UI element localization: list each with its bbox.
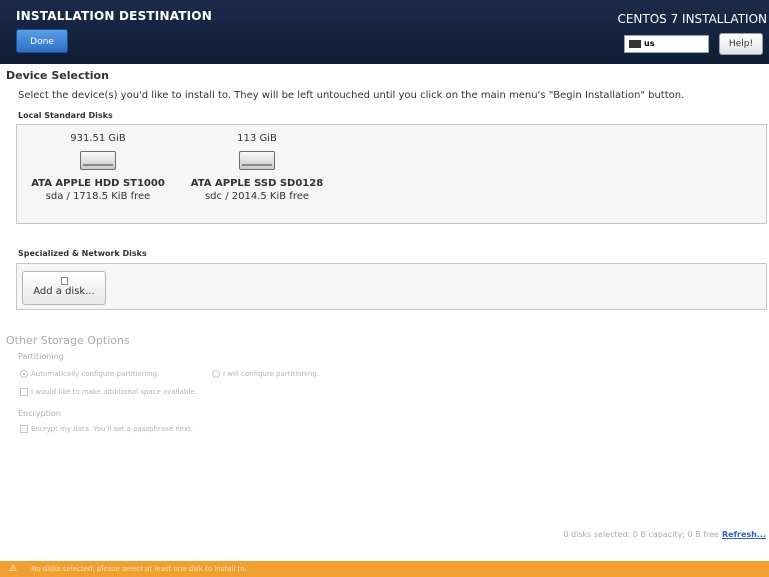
- additional-space-option[interactable]: I would like to make additional space av…: [20, 388, 197, 396]
- radio-selected-icon: [20, 370, 28, 378]
- local-disks-panel: 931.51 GiB ATA APPLE HDD ST1000 sda / 17…: [16, 124, 767, 224]
- additional-space-label: I would like to make additional space av…: [31, 388, 197, 396]
- refresh-link[interactable]: Refresh...: [722, 530, 766, 539]
- disk-sda[interactable]: 931.51 GiB ATA APPLE HDD ST1000 sda / 17…: [23, 133, 173, 202]
- specialized-disks-title: Specialized & Network Disks: [18, 249, 147, 258]
- help-button[interactable]: Help!: [719, 33, 763, 55]
- encrypt-data-label: Encrypt my data. You'll set a passphrase…: [31, 425, 194, 433]
- auto-partition-option[interactable]: Automatically configure partitioning.: [20, 370, 159, 378]
- local-disks-title: Local Standard Disks: [18, 111, 113, 120]
- disk-capacity: 113 GiB: [237, 133, 277, 144]
- summary-text: 0 disks selected; 0 B capacity; 0 B free: [563, 530, 719, 539]
- radio-unselected-icon: [212, 370, 220, 378]
- other-storage-title: Other Storage Options: [6, 334, 130, 347]
- product-title: CENTOS 7 INSTALLATION: [617, 12, 767, 26]
- device-selection-title: Device Selection: [6, 69, 109, 82]
- disk-capacity: 931.51 GiB: [70, 133, 126, 144]
- disk-free-space: sda / 1718.5 KiB free: [45, 191, 151, 202]
- add-disk-icon: [60, 277, 68, 285]
- disk-free-space: sdc / 2014.5 KiB free: [204, 191, 310, 202]
- warning-bar[interactable]: ⚠ No disks selected; please select at lea…: [0, 561, 769, 577]
- add-disk-button[interactable]: Add a disk...: [22, 271, 106, 305]
- keyboard-icon: [629, 39, 641, 48]
- checkbox-icon: [20, 388, 28, 396]
- keyboard-layout-indicator[interactable]: us: [624, 35, 709, 53]
- disk-name: ATA APPLE HDD ST1000: [31, 178, 165, 189]
- warning-icon: ⚠: [9, 564, 18, 574]
- manual-partition-label: I will configure partitioning.: [223, 370, 319, 378]
- keyboard-layout-label: us: [644, 39, 655, 48]
- disk-sdc[interactable]: 113 GiB ATA APPLE SSD SD0128 sdc / 2014.…: [182, 133, 332, 202]
- device-selection-intro: Select the device(s) you'd like to insta…: [18, 90, 685, 101]
- hard-disk-icon: [239, 151, 275, 170]
- page-title: INSTALLATION DESTINATION: [16, 9, 212, 23]
- add-disk-label: Add a disk...: [33, 286, 95, 297]
- specialized-disks-panel: Add a disk...: [16, 263, 767, 310]
- manual-partition-option[interactable]: I will configure partitioning.: [212, 370, 319, 378]
- hard-disk-icon: [80, 151, 116, 170]
- encrypt-data-option[interactable]: Encrypt my data. You'll set a passphrase…: [20, 425, 193, 433]
- encryption-label: Encryption: [18, 409, 61, 418]
- checkbox-icon: [20, 425, 28, 433]
- disk-name: ATA APPLE SSD SD0128: [190, 178, 324, 189]
- partitioning-label: Partitioning: [18, 352, 64, 361]
- header-bar: INSTALLATION DESTINATION Done CENTOS 7 I…: [0, 0, 769, 64]
- done-button[interactable]: Done: [16, 29, 68, 53]
- selection-summary: 0 disks selected; 0 B capacity; 0 B free…: [563, 530, 766, 539]
- auto-partition-label: Automatically configure partitioning.: [31, 370, 160, 378]
- warning-text: No disks selected; please select at leas…: [31, 565, 247, 573]
